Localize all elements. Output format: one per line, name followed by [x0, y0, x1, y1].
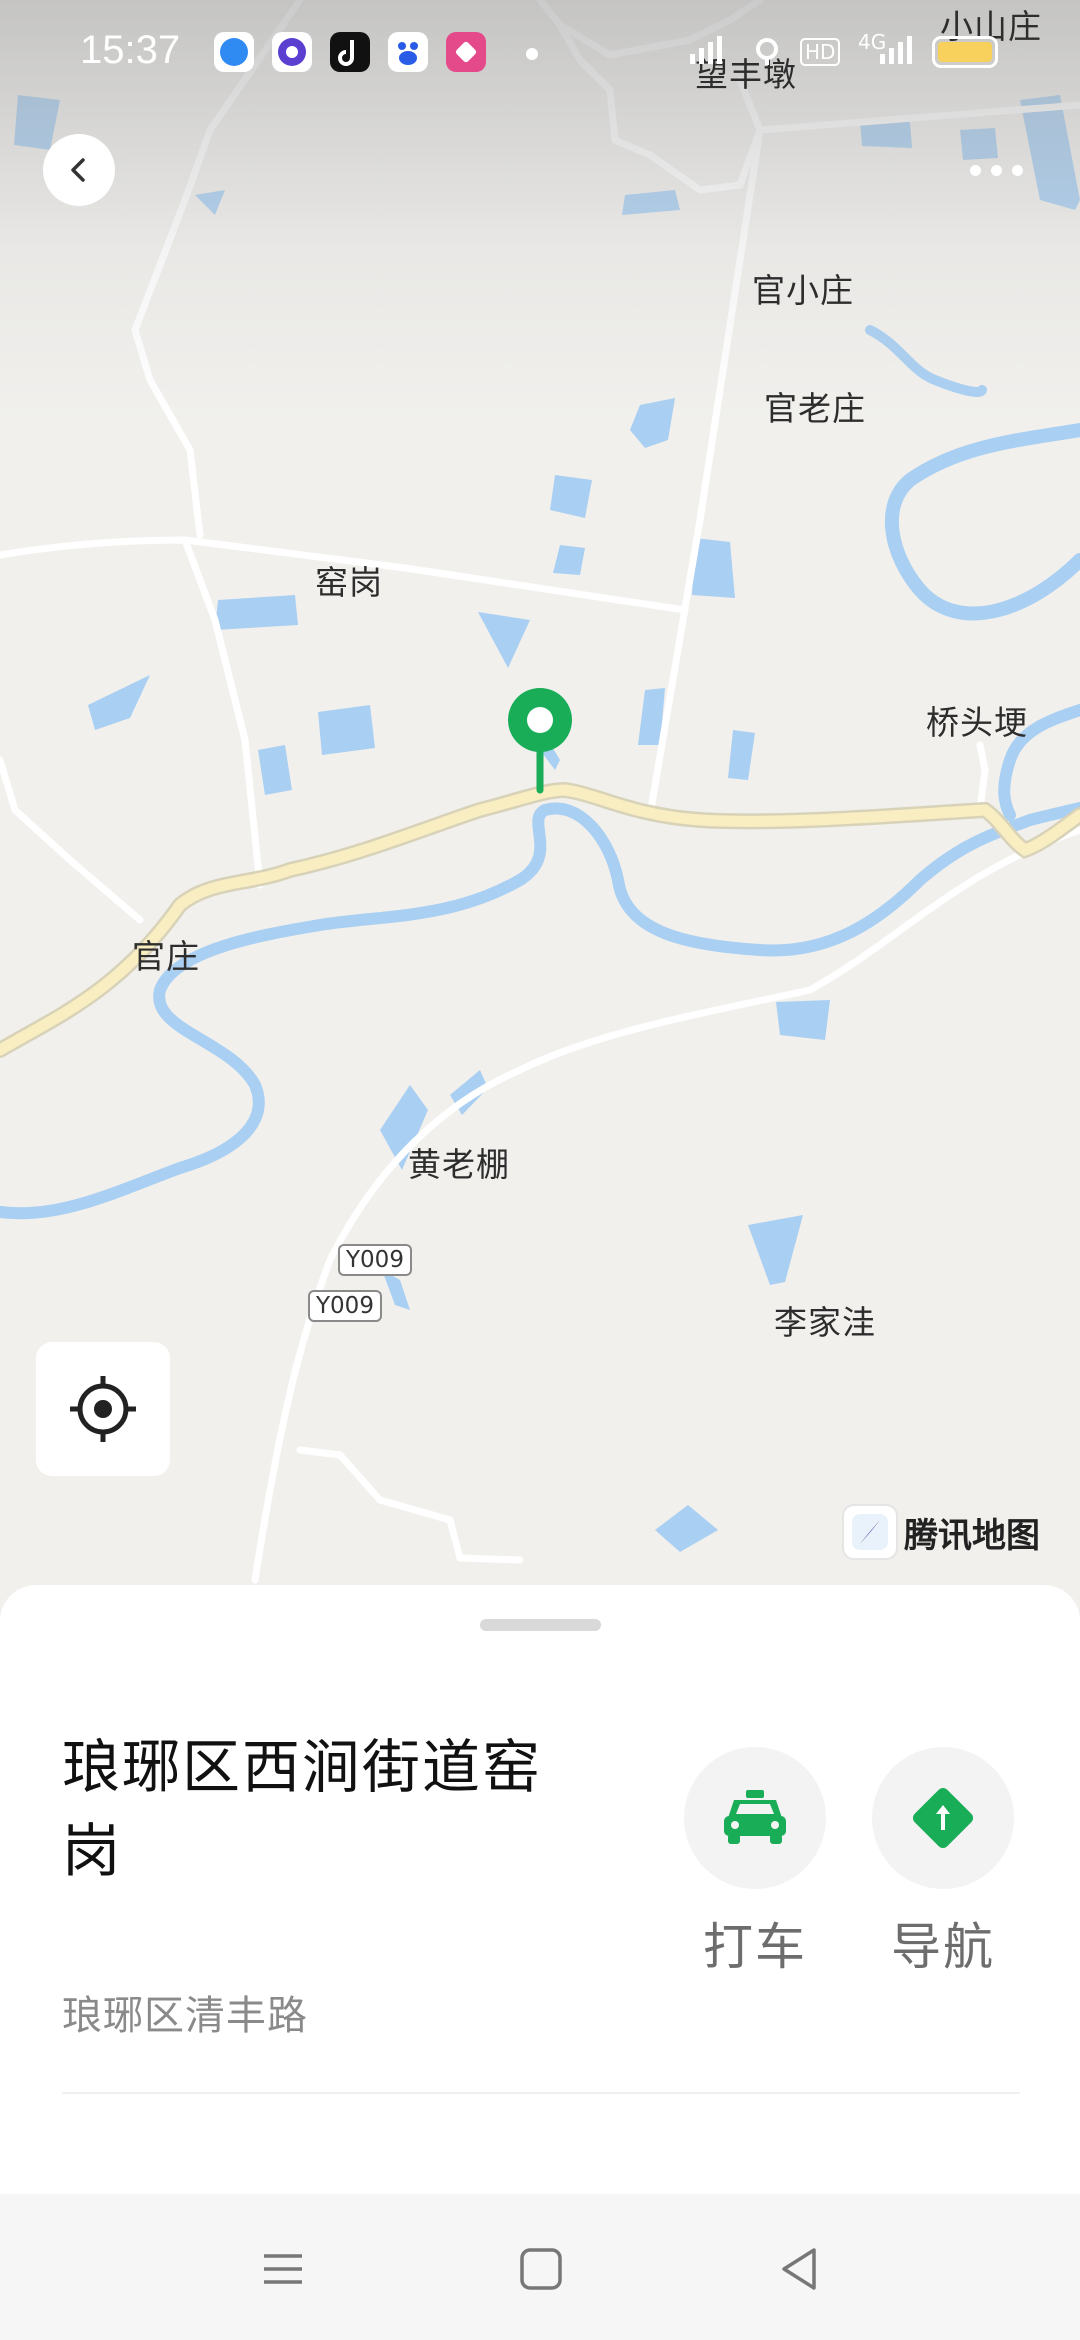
dot-icon [970, 164, 981, 176]
water-features [14, 95, 1080, 1552]
taxi-icon-circle [684, 1747, 826, 1889]
place-label: 官庄 [132, 937, 200, 976]
navigate-icon-circle [872, 1747, 1014, 1889]
location-address: 琅琊区清丰路 [62, 1993, 308, 2039]
location-detail-sheet: 琅琊区西涧街道窑岗 琅琊区清丰路 打车 导航 [0, 1585, 1080, 2195]
navigate-button[interactable]: 导航 [872, 1747, 1014, 1979]
place-label: 官小庄 [752, 271, 854, 310]
back-button[interactable] [43, 134, 115, 206]
navigate-label: 导航 [891, 1918, 995, 1976]
place-label: 官老庄 [764, 389, 866, 428]
place-label: 李家洼 [774, 1303, 876, 1342]
signal-bars-icon [690, 36, 722, 64]
my-location-button[interactable] [36, 1342, 170, 1476]
dot-icon [1012, 164, 1023, 176]
location-pin-icon[interactable] [508, 688, 572, 794]
cell-signal-icon [880, 36, 912, 64]
status-time: 15:37 [80, 28, 181, 72]
chevron-left-icon [71, 158, 85, 182]
taxi-button[interactable]: 打车 [684, 1747, 826, 1979]
menu-icon [264, 2254, 302, 2284]
baidu-app-icon [388, 32, 428, 72]
tiktok-app-icon [330, 32, 370, 72]
status-bar: 15:37 HD 4G [0, 0, 1080, 110]
notification-dot [526, 48, 538, 60]
divider [62, 2092, 1020, 2094]
map-view[interactable]: 小山庄 望丰墩 官小庄 官老庄 窑岗 桥头埂 官庄 黄老棚 李家洼 Y009 Y… [0, 0, 1080, 1600]
browser-app-icon [214, 32, 254, 72]
navigation-diamond-icon [912, 1787, 974, 1849]
location-title: 琅琊区西涧街道窑岗 [62, 1733, 543, 1885]
dot-icon [991, 164, 1002, 176]
drag-handle[interactable] [480, 1619, 601, 1631]
more-options-button[interactable] [970, 150, 1040, 190]
road-shield: Y009 [338, 1244, 412, 1276]
taxi-label: 打车 [703, 1918, 807, 1976]
brand-text: 腾讯地图 [904, 1515, 1040, 1556]
square-icon [520, 2248, 562, 2290]
triangle-back-icon [782, 2248, 816, 2290]
place-label: 窑岗 [315, 563, 383, 602]
place-label: 黄老棚 [408, 1145, 510, 1184]
location-status-icon [756, 38, 778, 65]
menu-nav-button[interactable] [248, 2234, 318, 2304]
system-nav-bar [0, 2194, 1080, 2340]
home-nav-button[interactable] [506, 2234, 576, 2304]
place-label: 桥头埂 [926, 703, 1028, 742]
shortcut-app-icon [446, 32, 486, 72]
battery-icon [932, 36, 998, 68]
map-brand: 腾讯地图 [842, 1504, 1040, 1560]
star-app-icon [272, 32, 312, 72]
hd-label: HD [800, 38, 841, 66]
taxi-icon [724, 1790, 786, 1844]
crosshair-icon [70, 1376, 136, 1442]
road-shield: Y009 [308, 1290, 382, 1322]
tencent-map-logo-icon [842, 1504, 898, 1560]
back-nav-button[interactable] [764, 2234, 834, 2304]
